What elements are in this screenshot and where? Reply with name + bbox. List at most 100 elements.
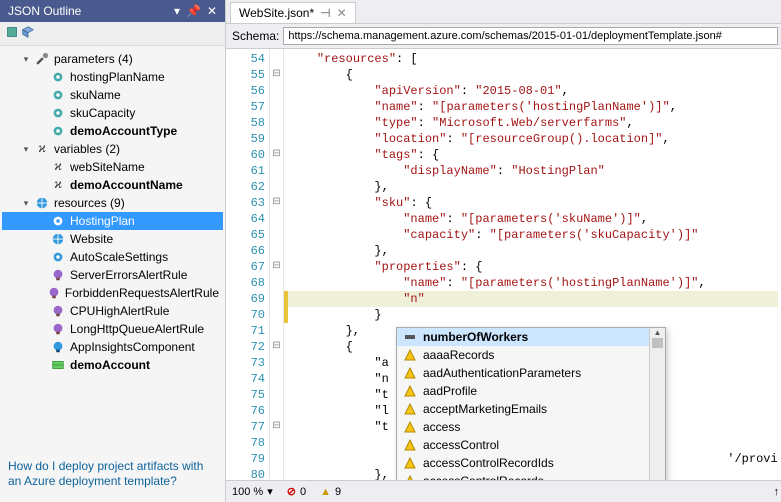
tree-label: AppInsightsComponent (70, 340, 195, 354)
tree-item[interactable]: skuName (2, 86, 223, 104)
bulb-icon (50, 267, 66, 283)
tree-item[interactable]: LongHttpQueueAlertRule (2, 320, 223, 338)
warning-icon (403, 348, 417, 362)
warning-count[interactable]: ▲ 9 (320, 486, 341, 498)
tree-item[interactable]: HostingPlan (2, 212, 223, 230)
gear-icon (50, 87, 66, 103)
tree-group[interactable]: ▾ resources (9) (2, 194, 223, 212)
tree-label: resources (9) (54, 196, 125, 210)
fold-gutter[interactable]: ⊟⊟⊟⊟⊟⊟⊟ (270, 49, 284, 480)
tree-item[interactable]: ϰwebSiteName (2, 158, 223, 176)
fold-toggle (270, 99, 283, 115)
tree-item[interactable]: AppInsightsComponent (2, 338, 223, 356)
storage-icon (50, 357, 66, 373)
tree-item[interactable]: AutoScaleSettings (2, 248, 223, 266)
warning-icon (403, 456, 417, 470)
intellisense-label: aaaaRecords (423, 348, 494, 362)
tree-item[interactable]: demoAccount (2, 356, 223, 374)
error-count[interactable]: ⊘ 0 (287, 485, 306, 498)
tree-item[interactable]: Website (2, 230, 223, 248)
add-resource-icon[interactable] (6, 26, 18, 41)
status-bar: 100 % ▾ ⊘ 0 ▲ 9 ↑ ↓ (226, 480, 781, 502)
tab-close-icon[interactable]: ✕ (337, 6, 347, 20)
intellisense-label: accessControl (423, 438, 499, 452)
intellisense-label: aadProfile (423, 384, 477, 398)
tab-pin-icon[interactable]: ⊣ (320, 6, 330, 20)
fold-toggle[interactable]: ⊟ (270, 67, 283, 83)
fold-toggle (270, 275, 283, 291)
pin-icon[interactable]: 📌 (186, 4, 201, 18)
help-link[interactable]: How do I deploy project artifacts with a… (0, 449, 225, 502)
schema-input[interactable] (283, 27, 777, 45)
tree-item[interactable]: ServerErrorsAlertRule (2, 266, 223, 284)
outline-tree[interactable]: ▾ parameters (4) hostingPlanName skuName sku… (0, 46, 225, 449)
x-icon: ϰ (34, 141, 50, 157)
intellisense-item[interactable]: access (397, 418, 665, 436)
outline-toolbar (0, 22, 225, 46)
intellisense-item[interactable]: acceptMarketingEmails (397, 400, 665, 418)
intellisense-scrollbar[interactable]: ▲ ▼ (649, 328, 665, 480)
fold-toggle[interactable]: ⊟ (270, 195, 283, 211)
gear-icon (50, 105, 66, 121)
error-icon: ⊘ (287, 485, 296, 498)
intellisense-item[interactable]: aaaaRecords (397, 346, 665, 364)
fold-toggle (270, 307, 283, 323)
fold-toggle[interactable]: ⊟ (270, 339, 283, 355)
tree-item[interactable]: ForbiddenRequestsAlertRule (2, 284, 223, 302)
editor-panel: WebSite.json* ⊣ ✕ Schema: ▾ 545556575859… (226, 0, 781, 502)
tree-group[interactable]: ▾ϰ variables (2) (2, 140, 223, 158)
wrench-icon (34, 51, 50, 67)
code-editor[interactable]: 5455565758596061626364656667686970717273… (226, 49, 781, 480)
fold-toggle[interactable]: ⊟ (270, 259, 283, 275)
cube-icon[interactable] (22, 26, 34, 41)
fold-toggle (270, 163, 283, 179)
warning-icon (403, 420, 417, 434)
tree-item[interactable]: hostingPlanName (2, 68, 223, 86)
fold-toggle[interactable]: ⊟ (270, 419, 283, 435)
intellisense-item[interactable]: numberOfWorkers (397, 328, 665, 346)
tree-label: skuName (70, 88, 121, 102)
schema-label: Schema: (232, 29, 279, 43)
expander-icon[interactable]: ▾ (20, 143, 32, 155)
tree-item[interactable]: skuCapacity (2, 104, 223, 122)
intellisense-item[interactable]: accessControlRecordIds (397, 454, 665, 472)
expander-icon[interactable]: ▾ (20, 197, 32, 209)
intellisense-label: aadAuthenticationParameters (423, 366, 581, 380)
scroll-thumb[interactable] (652, 338, 663, 348)
tree-item[interactable]: demoAccountType (2, 122, 223, 140)
gear-blue-icon (50, 249, 66, 265)
intellisense-label: access (423, 420, 460, 434)
warning-icon (403, 366, 417, 380)
tree-label: parameters (4) (54, 52, 133, 66)
expander-icon[interactable]: ▾ (20, 53, 32, 65)
tree-label: ServerErrorsAlertRule (70, 268, 187, 282)
close-panel-icon[interactable]: ✕ (207, 4, 217, 18)
tree-item[interactable]: CPUHighAlertRule (2, 302, 223, 320)
intellisense-popup[interactable]: ▲ ▼ numberOfWorkers aaaaRecords aadAuthent… (396, 327, 666, 480)
gear-icon (50, 69, 66, 85)
intellisense-item[interactable]: accessControlRecords (397, 472, 665, 480)
fold-toggle (270, 243, 283, 259)
bulb-icon (50, 303, 66, 319)
zoom-value: 100 % (232, 486, 263, 498)
editor-tab[interactable]: WebSite.json* ⊣ ✕ (230, 2, 356, 23)
tree-label: Website (70, 232, 113, 246)
property-icon (403, 330, 417, 344)
bulb-icon (47, 285, 61, 301)
dropdown-icon[interactable]: ▾ (174, 4, 180, 18)
intellisense-item[interactable]: aadProfile (397, 382, 665, 400)
zoom-control[interactable]: 100 % ▾ (232, 485, 273, 498)
tree-label: hostingPlanName (70, 70, 165, 84)
scroll-arrows[interactable]: ↑ ↓ (774, 486, 781, 498)
intellisense-item[interactable]: aadAuthenticationParameters (397, 364, 665, 382)
scroll-down-arrow[interactable]: ▼ (650, 478, 665, 480)
tree-group[interactable]: ▾ parameters (4) (2, 50, 223, 68)
intellisense-item[interactable]: accessControl (397, 436, 665, 454)
tree-label: variables (2) (54, 142, 120, 156)
tree-item[interactable]: ϰdemoAccountName (2, 176, 223, 194)
zoom-dropdown-icon[interactable]: ▾ (267, 485, 273, 498)
tab-bar: WebSite.json* ⊣ ✕ (226, 0, 781, 24)
warning-number: 9 (335, 486, 341, 498)
fold-toggle (270, 227, 283, 243)
fold-toggle[interactable]: ⊟ (270, 147, 283, 163)
